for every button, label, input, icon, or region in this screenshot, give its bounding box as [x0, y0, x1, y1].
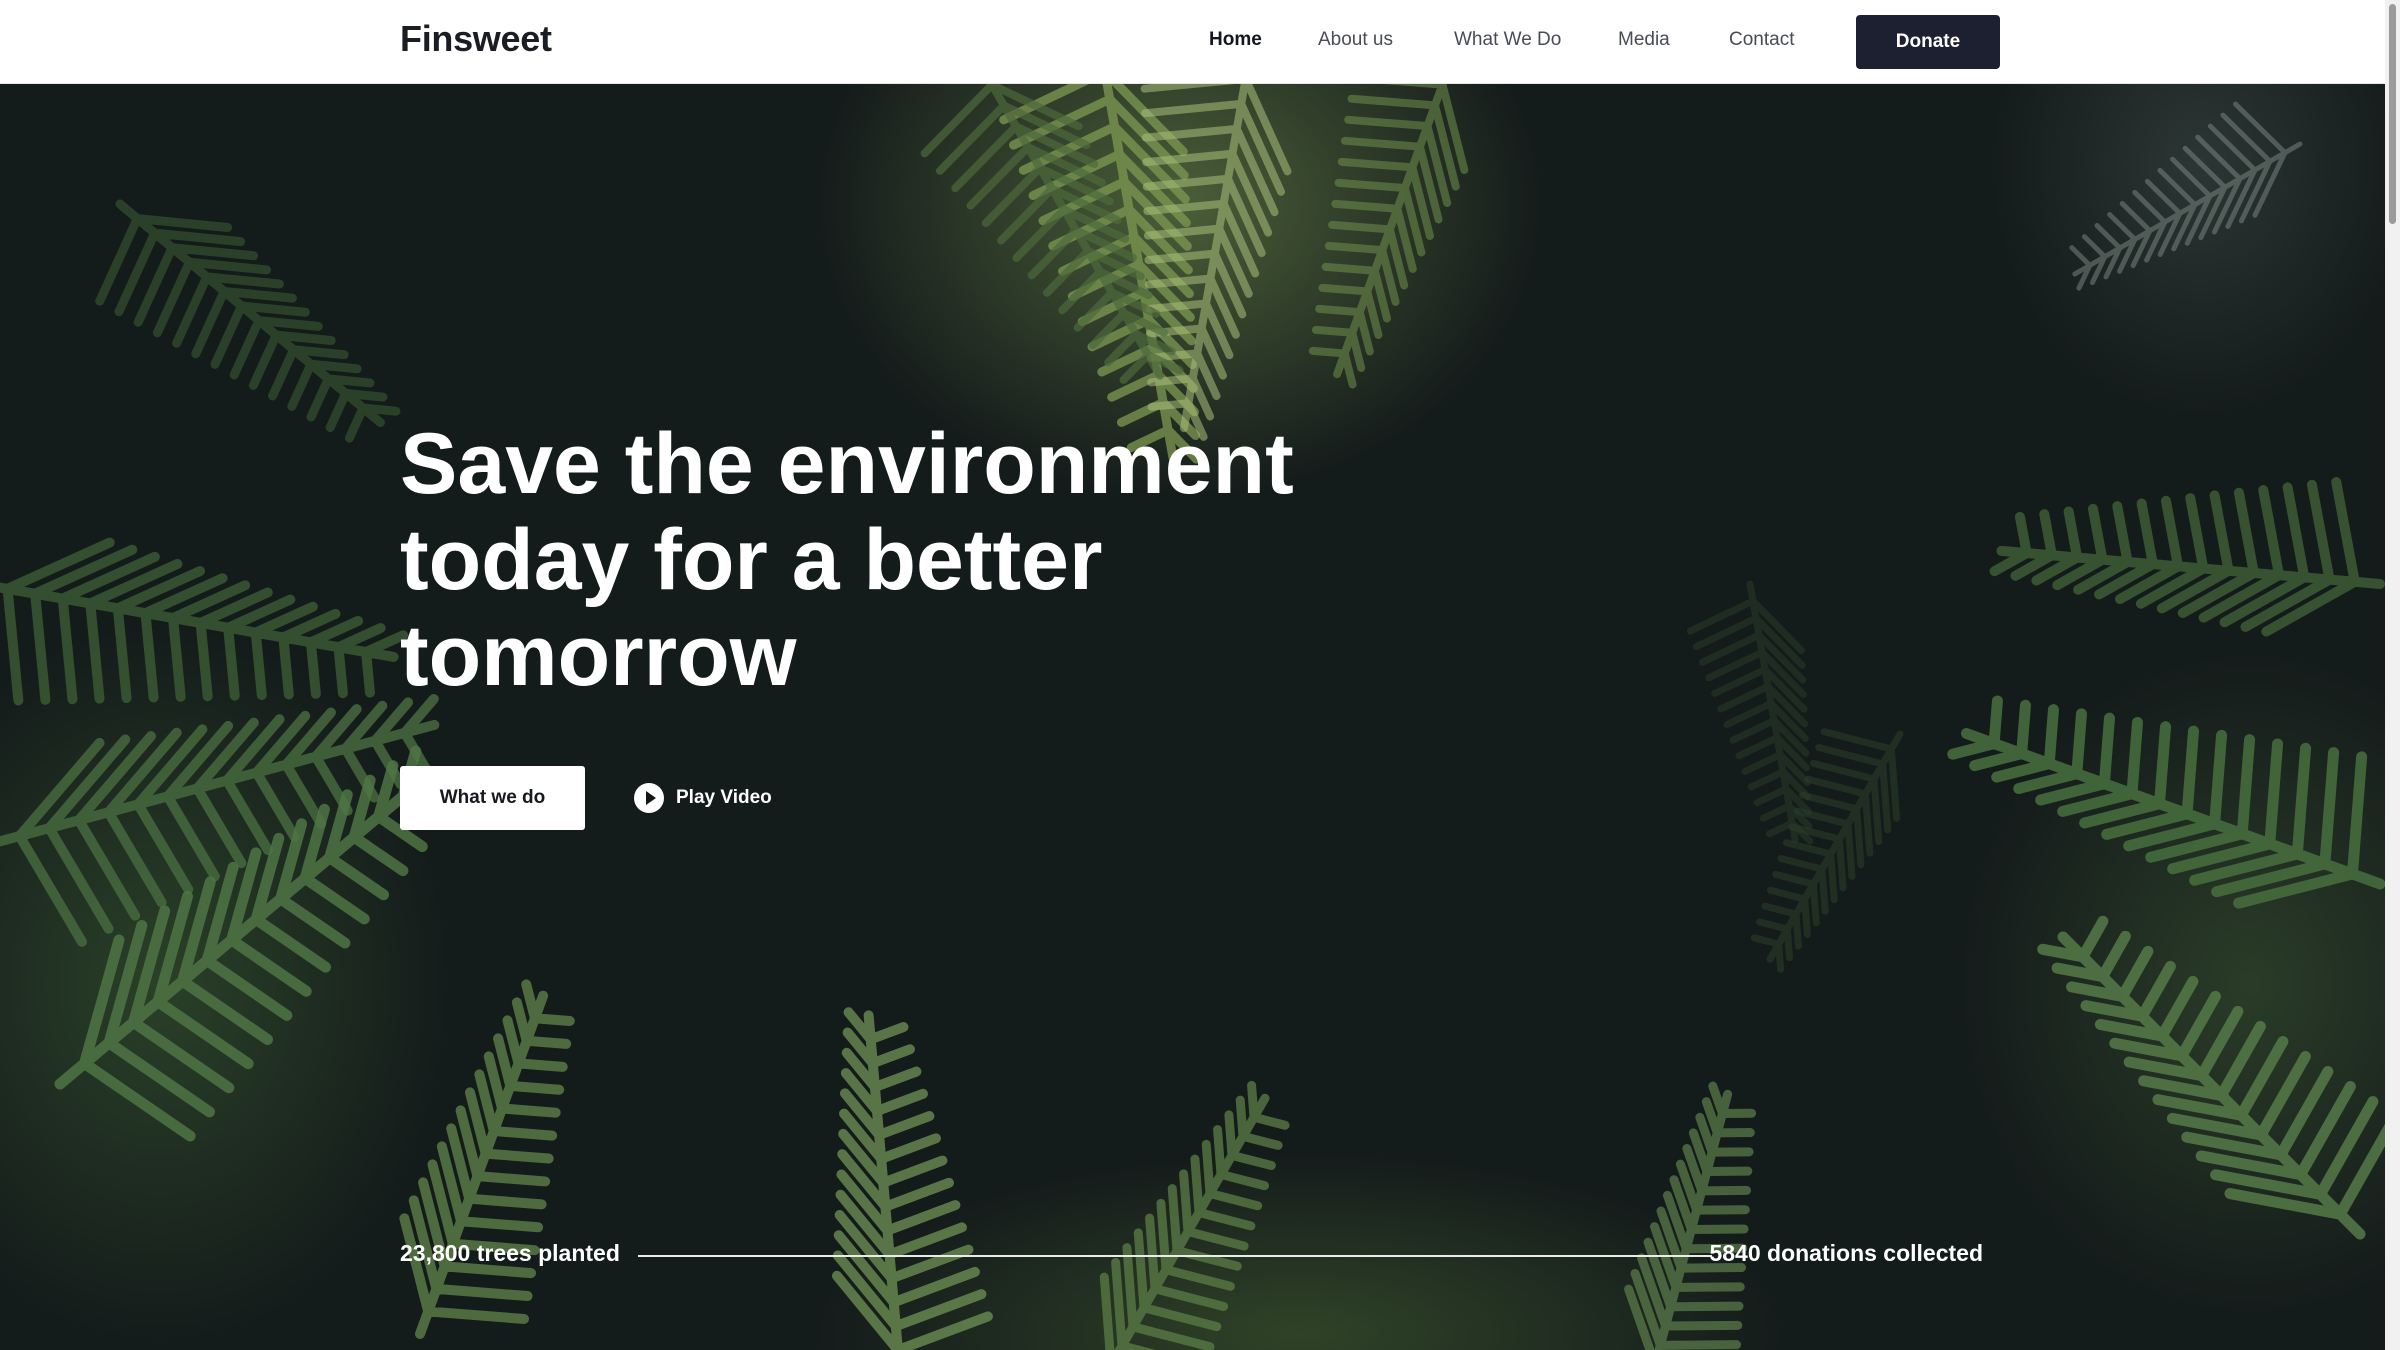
hero-title-line: today for a better	[400, 512, 1103, 608]
fern-background-image	[0, 84, 2385, 1350]
donations-collected-stat: 5840 donations collected	[1709, 1240, 1983, 1266]
fern-frond	[1099, 1080, 1290, 1350]
fern-frond	[1686, 580, 1814, 845]
fern-frond	[1308, 84, 1469, 389]
site-header: Finsweet Home About us What We Do Media …	[0, 0, 2400, 84]
nav-about-us[interactable]: About us	[1318, 29, 1393, 51]
scrollbar-thumb[interactable]	[2389, 4, 2396, 224]
play-video-link[interactable]: Play Video	[634, 781, 772, 815]
fern-frond	[1624, 1081, 1757, 1350]
hero-section: Save the environment today for a better …	[0, 84, 2385, 1350]
fern-frond	[2037, 915, 2385, 1240]
fern-frond	[2069, 101, 2303, 291]
hero-title-line: Save the environment	[400, 416, 1294, 512]
trees-planted-stat: 23,800 trees planted	[400, 1240, 620, 1266]
fern-frond	[1947, 695, 2385, 909]
main-nav: Home About us What We Do Media Contact	[0, 0, 2400, 84]
nav-contact[interactable]: Contact	[1729, 29, 1794, 51]
stats-divider	[638, 1255, 1712, 1257]
fern-frond	[831, 1007, 993, 1350]
play-circle-icon	[634, 783, 664, 813]
nav-media[interactable]: Media	[1618, 29, 1670, 51]
fern-frond	[0, 537, 409, 706]
nav-what-we-do[interactable]: What We Do	[1454, 29, 1561, 51]
donate-button[interactable]: Donate	[1856, 15, 2000, 69]
page-scrollbar[interactable]	[2385, 0, 2400, 1350]
what-we-do-button[interactable]: What we do	[400, 766, 585, 830]
fern-frond	[95, 199, 401, 443]
fern-frond	[1750, 728, 1904, 973]
nav-home[interactable]: Home	[1209, 29, 1262, 51]
hero-title: Save the environment today for a better …	[400, 416, 1300, 704]
hero-title-line: tomorrow	[400, 608, 797, 704]
fern-frond	[1989, 477, 2385, 637]
fern-frond	[399, 979, 575, 1339]
play-video-label: Play Video	[676, 787, 772, 808]
fern-frond	[1140, 84, 1292, 441]
